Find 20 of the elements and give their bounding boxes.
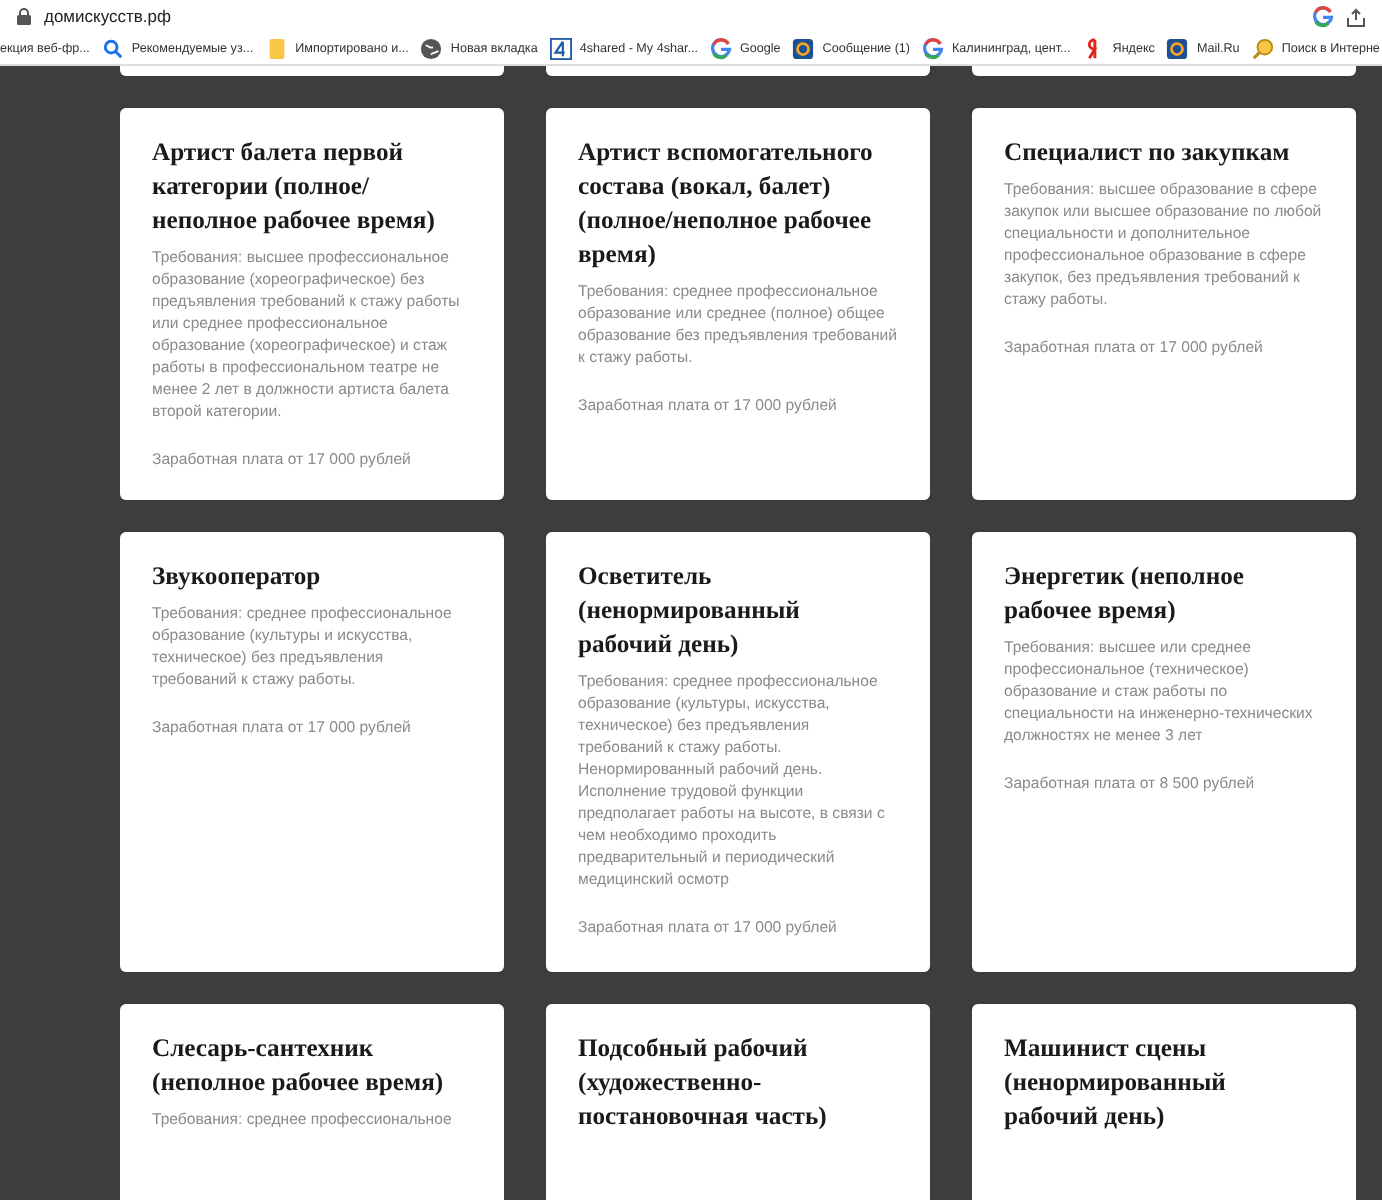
google-icon <box>709 38 732 60</box>
lock-icon <box>16 8 32 26</box>
folder-icon <box>265 38 288 60</box>
job-title: Специалист по закупкам <box>1004 136 1292 170</box>
magnifier-icon <box>1251 38 1274 60</box>
job-title: Осветитель (ненормированный рабочий день) <box>578 560 802 662</box>
google-icon <box>922 38 945 60</box>
job-title: Машинист сцены (ненормированный рабочий день) <box>1004 1032 1228 1134</box>
share-icon[interactable] <box>1346 7 1366 27</box>
job-title: Артист балета первой категории (полное/ неполное рабочее время) <box>152 136 437 238</box>
job-title: Подсобный рабочий (художественно-постановочная часть) <box>578 1032 829 1134</box>
circle-icon <box>792 38 815 60</box>
address-bar-url[interactable]: домискусств.рф <box>44 4 171 30</box>
job-title: Артист вспомогательного состава (вокал, балет) (полное/неполное рабочее время) <box>578 136 875 272</box>
google-icon <box>1312 6 1334 28</box>
job-title: Слесарь-сантехник (неполное рабочее время) <box>152 1032 446 1100</box>
job-title: Звукооператор <box>152 560 323 594</box>
search-icon <box>101 38 124 60</box>
job-title: Энергетик (неполное рабочее время) <box>1004 560 1247 628</box>
circle-icon <box>1166 38 1189 60</box>
